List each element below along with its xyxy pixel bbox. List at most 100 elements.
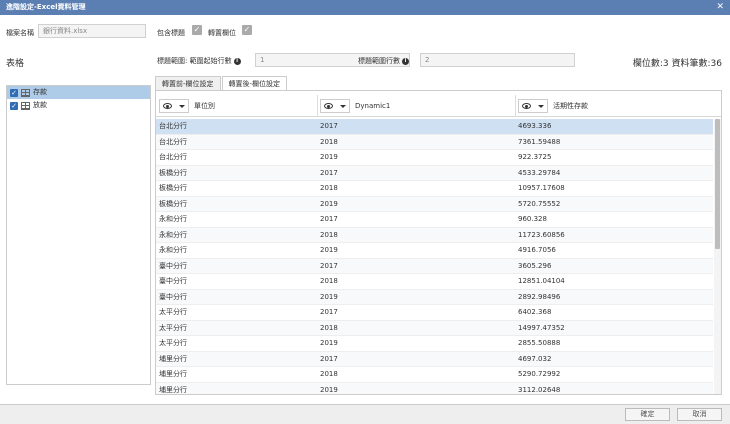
data-grid: 單位別 Dynamic1 活期性存款 台北分行 2017 4693.336 台北分行 2… — [155, 90, 722, 395]
sheet-item-label: 放款 — [33, 101, 47, 109]
table-cell: 2018 — [320, 184, 338, 192]
table-cell: 臺中分行 — [159, 292, 187, 301]
table-cell: 2018 — [320, 137, 338, 146]
close-icon[interactable]: ✕ — [716, 0, 724, 15]
range-end-label-text: 標題範圍行數 — [358, 57, 400, 65]
table-cell: 臺中分行 — [159, 277, 187, 285]
table-row[interactable]: 板橋分行 2017 4533.29784 — [156, 165, 713, 181]
table-cell: 2018 — [320, 370, 338, 378]
table-row[interactable]: 埔里分行 2019 3112.02648 — [156, 382, 713, 394]
table-cell: 12851.04104 — [518, 277, 565, 285]
table-row[interactable]: 埔里分行 2018 5290.72992 — [156, 367, 713, 383]
table-cell: 板橋分行 — [159, 168, 187, 177]
table-cell: 2019 — [320, 199, 338, 208]
table-cell: 960.328 — [518, 215, 547, 223]
eye-icon — [163, 103, 173, 109]
table-row[interactable]: 永和分行 2019 4916.7056 — [156, 243, 713, 259]
table-cell: 2017 — [320, 354, 338, 363]
scrollbar-thumb[interactable] — [715, 119, 720, 249]
include-header-label: 包含標題 — [157, 29, 185, 37]
table-cell: 2019 — [320, 153, 338, 161]
tab-before-transpose[interactable]: 轉置前-欄位設定 — [155, 76, 221, 90]
table-cell: 2019 — [320, 246, 338, 254]
table-row[interactable]: 台北分行 2019 922.3725 — [156, 150, 713, 166]
eye-icon — [324, 103, 334, 109]
range-end-input[interactable]: 2 — [420, 53, 575, 67]
table-row[interactable]: 板橋分行 2018 10957.17608 — [156, 181, 713, 197]
table-cell: 7361.59488 — [518, 137, 561, 146]
sheet-checkbox[interactable]: ✓ — [10, 101, 18, 110]
grid-header: 單位別 Dynamic1 活期性存款 — [156, 95, 721, 117]
table-cell: 3112.02648 — [518, 385, 561, 394]
table-row[interactable]: 台北分行 2017 4693.336 — [156, 119, 713, 135]
sheets-title: 表格 — [6, 59, 25, 69]
table-cell: 3605.296 — [518, 261, 552, 270]
table-cell: 太平分行 — [159, 323, 187, 332]
table-row[interactable]: 臺中分行 2019 2892.98496 — [156, 289, 713, 305]
column-header-label: 活期性存款 — [553, 102, 588, 110]
table-cell: 4697.032 — [518, 354, 552, 363]
column-header: Dynamic1 — [320, 98, 390, 114]
column-visibility-button[interactable] — [518, 99, 548, 113]
table-cell: 埔里分行 — [159, 354, 187, 363]
transpose-label: 轉置欄位 — [208, 29, 236, 37]
table-cell: 永和分行 — [159, 246, 187, 254]
table-cell: 2017 — [320, 168, 338, 177]
table-cell: 14997.47352 — [518, 323, 565, 332]
table-row[interactable]: 永和分行 2017 960.328 — [156, 212, 713, 228]
cancel-button[interactable]: 取消 — [677, 408, 722, 421]
table-cell: 6402.368 — [518, 308, 552, 316]
grid-body: 台北分行 2017 4693.336 台北分行 2018 7361.59488 台北分行 20… — [156, 119, 713, 394]
table-cell: 2017 — [320, 215, 338, 223]
table-cell: 10957.17608 — [518, 184, 565, 192]
table-cell: 2892.98496 — [518, 292, 561, 301]
sheet-item[interactable]: ✓ 放款 — [7, 99, 150, 112]
table-cell: 臺中分行 — [159, 261, 187, 270]
eye-icon — [522, 103, 532, 109]
table-row[interactable]: 埔里分行 2017 4697.032 — [156, 351, 713, 367]
table-row[interactable]: 台北分行 2018 7361.59488 — [156, 134, 713, 150]
table-cell: 2017 — [320, 261, 338, 270]
table-cell: 台北分行 — [159, 137, 187, 146]
sheet-item[interactable]: ✓ 存款 — [7, 86, 150, 99]
chevron-down-icon — [339, 104, 346, 108]
ok-button[interactable]: 確定 — [625, 408, 670, 421]
table-cell: 台北分行 — [159, 153, 187, 161]
table-row[interactable]: 臺中分行 2018 12851.04104 — [156, 274, 713, 290]
table-cell: 2018 — [320, 323, 338, 332]
chevron-down-icon — [537, 104, 544, 108]
sheet-checkbox[interactable]: ✓ — [10, 88, 18, 97]
table-cell: 11723.60856 — [518, 230, 565, 239]
range-start-label: 標題範圍: 範圍起始行數 i — [157, 56, 241, 66]
table-cell: 922.3725 — [518, 153, 552, 161]
column-visibility-button[interactable] — [159, 99, 189, 113]
table-cell: 埔里分行 — [159, 370, 187, 378]
table-cell: 台北分行 — [159, 122, 187, 130]
table-cell: 板橋分行 — [159, 184, 187, 192]
table-row[interactable]: 臺中分行 2017 3605.296 — [156, 258, 713, 274]
include-header-checkbox[interactable]: ✓ — [192, 25, 202, 35]
table-row[interactable]: 永和分行 2018 11723.60856 — [156, 227, 713, 243]
table-row[interactable]: 太平分行 2019 2855.50888 — [156, 336, 713, 352]
table-cell: 5720.75552 — [518, 199, 561, 208]
vertical-scrollbar[interactable] — [714, 119, 721, 394]
table-cell: 2019 — [320, 292, 338, 301]
table-cell: 埔里分行 — [159, 385, 187, 394]
info-icon: i — [233, 57, 241, 65]
transpose-checkbox[interactable]: ✓ — [242, 25, 252, 35]
table-cell: 2019 — [320, 339, 338, 347]
info-icon: i — [402, 57, 409, 65]
tab-bar: 轉置前-欄位設定 轉置後-欄位設定 — [155, 76, 288, 90]
table-cell: 4693.336 — [518, 122, 552, 130]
range-start-label-text: 標題範圍: 範圍起始行數 — [157, 57, 232, 65]
table-cell: 太平分行 — [159, 339, 187, 347]
file-name-field[interactable]: 銀行資料.xlsx — [38, 24, 146, 38]
column-visibility-button[interactable] — [320, 99, 350, 113]
table-row[interactable]: 太平分行 2018 14997.47352 — [156, 320, 713, 336]
tab-after-transpose[interactable]: 轉置後-欄位設定 — [221, 76, 288, 90]
table-row[interactable]: 太平分行 2017 6402.368 — [156, 305, 713, 321]
table-row[interactable]: 板橋分行 2019 5720.75552 — [156, 196, 713, 212]
table-cell: 2018 — [320, 277, 338, 285]
table-cell: 2017 — [320, 308, 338, 316]
table-cell: 板橋分行 — [159, 199, 187, 208]
